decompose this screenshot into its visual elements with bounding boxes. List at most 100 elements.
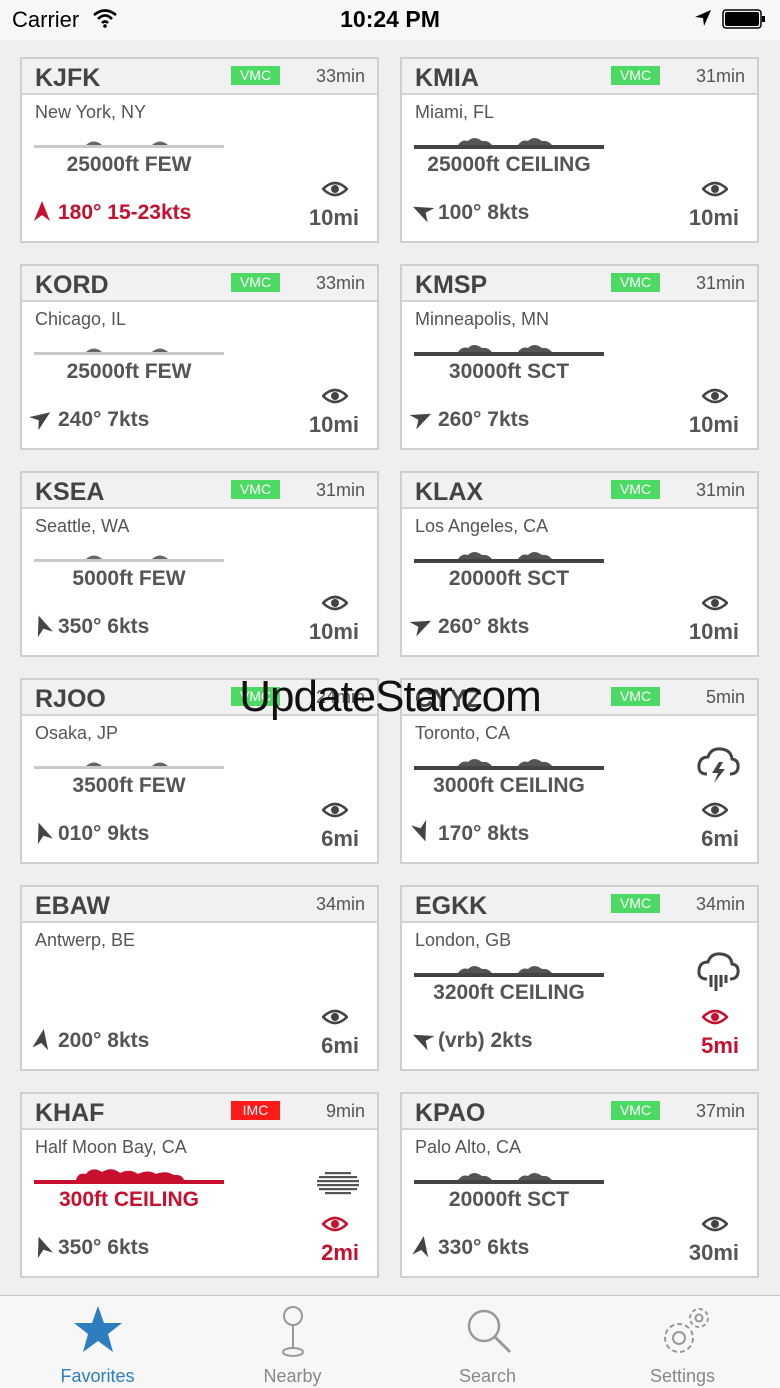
station-card[interactable]: EBAW 34min Antwerp, BE 200° 8kts 6mi [20,885,379,1071]
wind-readout: 350° 6kts [32,1235,149,1260]
visibility-value: 10mi [688,619,739,644]
station-id: KMIA [415,64,479,92]
station-id: EBAW [35,892,110,920]
cloud-layer-icon [34,555,224,562]
visibility-value: 10mi [688,412,739,437]
wind-arrow-icon [29,412,51,431]
wind-readout: 330° 6kts [412,1235,529,1260]
wind-text: 180° 15-23kts [58,201,192,224]
cloud-layer-icon [34,762,224,769]
station-location: Antwerp, BE [35,930,136,950]
tab-label: Favorites [60,1366,135,1386]
station-card[interactable]: KPAO VMC 37min Palo Alto, CA 20000ft SCT 330°… [400,1092,759,1278]
station-location: Los Angeles, CA [415,516,549,536]
station-id: KHAF [35,1099,105,1127]
wind-text: 350° 6kts [58,615,150,638]
wind-readout: 170° 8kts [411,819,530,846]
wind-text: 350° 6kts [58,1236,150,1259]
report-age: 31min [695,480,745,500]
location-arrow-icon [695,10,711,26]
wind-readout: (vrb) 2kts [412,1028,533,1053]
station-location: Osaka, JP [35,723,119,743]
eye-icon [702,388,728,404]
rain-icon [697,952,740,991]
wind-text: 010° 9kts [58,822,150,845]
station-card[interactable]: KORD VMC 33min Chicago, IL 25000ft FEW 240° 7… [20,264,379,450]
station-location: New York, NY [35,102,147,122]
wind-text: (vrb) 2kts [438,1029,533,1052]
station-location: Toronto, CA [415,723,511,743]
tab-favorites[interactable]: Favorites [0,1296,195,1388]
tab-search[interactable]: Search [390,1296,585,1388]
fog-icon [317,1172,359,1195]
cloud-layer-icon [414,759,604,770]
tab-bar: Favorites Nearby Search Settings [0,1295,780,1388]
eye-icon [322,1009,348,1025]
visibility-value: 6mi [701,826,739,851]
wind-readout: 200° 8kts [32,1028,149,1053]
visibility-value: 10mi [308,412,359,437]
cloud-ceiling: 30000ft SCT [448,360,570,383]
clock: 10:24 PM [340,6,440,32]
visibility-value: 6mi [321,1033,359,1058]
station-header: EBAW 34min [22,887,377,923]
station-card[interactable]: KSEA VMC 31min Seattle, WA 5000ft FEW 350° 6k… [20,471,379,657]
wind-arrow-icon [34,201,50,221]
wind-arrow-icon [412,1236,429,1258]
station-header: KSEA VMC 31min [22,473,377,509]
cloud-ceiling: 20000ft SCT [448,1188,570,1211]
location-pin-icon [267,1304,319,1369]
tab-settings[interactable]: Settings [585,1296,780,1388]
flight-category-badge: VMC [611,894,660,913]
eye-icon [322,181,348,197]
tab-nearby[interactable]: Nearby [195,1296,390,1388]
cloud-ceiling: 25000ft FEW [66,153,192,176]
visibility-value: 2mi [321,1240,359,1265]
wind-arrow-icon [409,413,432,430]
tab-label: Nearby [263,1366,322,1386]
station-card[interactable]: EGKK VMC 34min London, GB 3200ft CEILING (vrb… [400,885,759,1071]
cloud-layer-icon [34,1169,224,1184]
wind-readout: 240° 7kts [29,407,149,432]
station-card[interactable]: KLAX VMC 31min Los Angeles, CA 20000ft SCT 26… [400,471,759,657]
eye-icon [322,595,348,611]
station-card[interactable]: KMIA VMC 31min Miami, FL 25000ft CEILING 100°… [400,57,759,243]
station-location: Seattle, WA [35,516,130,536]
wind-text: 330° 6kts [438,1236,530,1259]
wind-readout: 180° 15-23kts [32,200,191,225]
station-card[interactable]: KJFK VMC 33min New York, NY 25000ft FEW 180° … [20,57,379,243]
visibility-value: 5mi [701,1033,739,1058]
cloud-layer-icon [414,552,604,563]
cloud-layer-icon [414,1173,604,1184]
cloud-ceiling: 3000ft CEILING [433,774,585,797]
station-header: EGKK VMC 34min [402,887,757,923]
report-age: 33min [315,273,365,293]
report-age: 9min [325,1101,365,1121]
wind-arrow-icon [37,1236,53,1259]
report-age: 31min [695,66,745,86]
eye-icon [702,181,728,197]
station-id: KPAO [415,1099,486,1127]
station-id: EGKK [415,892,488,920]
wind-text: 260° 8kts [438,615,530,638]
cloud-ceiling: 25000ft FEW [66,360,192,383]
wind-text: 260° 7kts [438,408,530,431]
report-age: 31min [315,480,365,500]
flight-category-badge: VMC [231,66,280,85]
battery-icon [722,9,765,29]
wind-text: 170° 8kts [438,822,530,845]
eye-icon [322,1216,348,1232]
flight-category-badge: VMC [611,480,660,499]
cloud-ceiling: 25000ft CEILING [427,153,591,176]
wind-arrow-icon [37,615,53,638]
cloud-ceiling: 5000ft FEW [72,567,186,590]
thunderstorm-icon [697,747,740,783]
station-id: KLAX [415,478,484,506]
eye-icon [322,802,348,818]
station-card[interactable]: KHAF IMC 9min Half Moon Bay, CA 300ft CEILIN… [20,1092,379,1278]
station-id: KSEA [35,478,105,506]
station-card[interactable]: KMSP VMC 31min Minneapolis, MN 30000ft SCT 26… [400,264,759,450]
station-grid: KJFK VMC 33min New York, NY 25000ft FEW 180° … [0,40,780,1295]
cloud-ceiling: 20000ft SCT [448,567,570,590]
eye-icon [702,595,728,611]
